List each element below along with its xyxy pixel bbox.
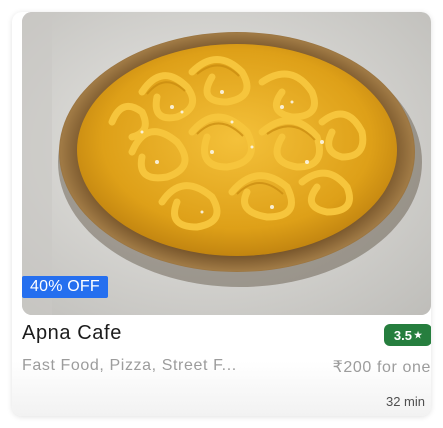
delivery-time: 32 min [385,394,425,409]
price-for-one: ₹200 for one [332,359,431,376]
rating-value: 3.5 [393,327,412,343]
restaurant-name[interactable]: Apna Cafe [22,322,122,345]
star-icon: ★ [414,329,423,340]
restaurant-card[interactable]: 40% OFF Apna Cafe 3.5 ★ Fast Food, Pizza… [12,12,431,416]
jalebi-photo [22,12,431,315]
offer-badge: 40% OFF [22,276,108,298]
restaurant-image[interactable] [22,12,431,315]
rating-badge: 3.5 ★ [384,324,431,346]
cuisine-list: Fast Food, Pizza, Street F... [22,357,237,374]
